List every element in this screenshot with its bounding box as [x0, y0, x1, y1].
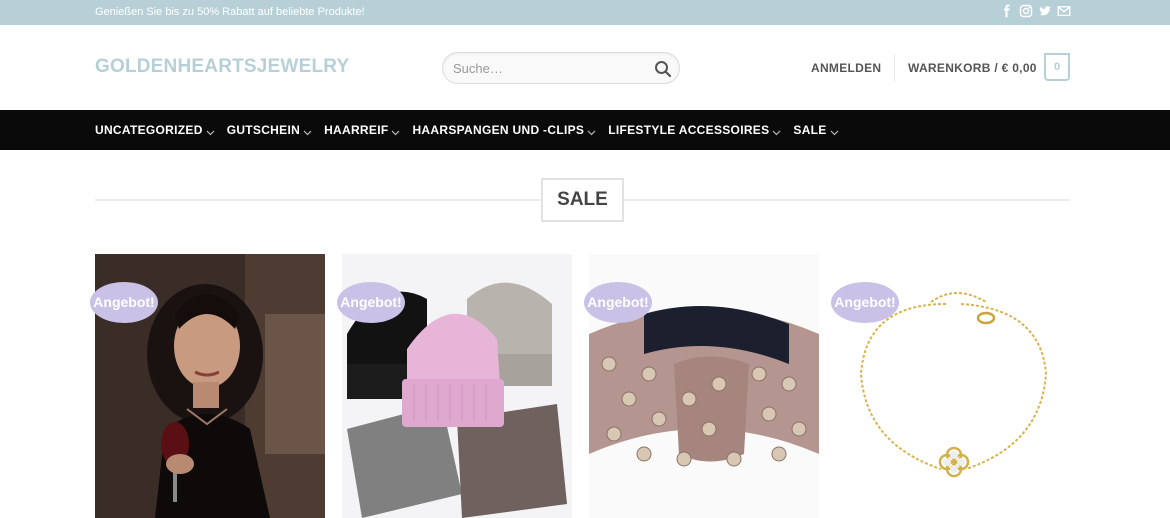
nav-item-label: HAARREIF — [324, 123, 389, 137]
nav-item-gutschein[interactable]: GUTSCHEIN — [227, 123, 312, 137]
nav-item-label: HAARSPANGEN UND -CLIPS — [412, 123, 585, 137]
nav-item-uncategorized[interactable]: UNCATEGORIZED — [95, 123, 215, 137]
facebook-icon[interactable] — [1000, 4, 1014, 18]
chevron-down-icon — [391, 126, 400, 135]
chevron-down-icon — [772, 126, 781, 135]
nav-item-label: SALE — [793, 123, 827, 137]
twitter-icon[interactable] — [1038, 4, 1052, 18]
chevron-down-icon — [830, 126, 839, 135]
email-icon[interactable] — [1057, 4, 1071, 18]
site-header: GOLDENHEARTSJEWELRY ANMELDEN WARENKORB /… — [0, 25, 1170, 110]
instagram-icon[interactable] — [1019, 4, 1033, 18]
sale-badge: Angebot! — [337, 282, 405, 323]
login-link[interactable]: ANMELDEN — [811, 61, 881, 75]
sale-badge: Angebot! — [90, 282, 158, 323]
sale-badge: Angebot! — [584, 282, 652, 323]
nav-item-haarreif[interactable]: HAARREIF — [324, 123, 400, 137]
main-nav: UNCATEGORIZED GUTSCHEIN HAARREIF HAARSPA… — [0, 110, 1170, 150]
search-icon[interactable] — [653, 59, 673, 79]
site-logo[interactable]: GOLDENHEARTSJEWELRY — [95, 56, 349, 78]
search-box — [442, 52, 680, 84]
nav-item-label: UNCATEGORIZED — [95, 123, 203, 137]
top-bar: Genießen Sie bis zu 50% Rabatt auf belie… — [0, 0, 1170, 25]
header-divider — [894, 55, 895, 81]
cart-link[interactable]: WARENKORB / € 0,00 — [908, 61, 1037, 75]
search-input[interactable] — [453, 60, 643, 77]
nav-item-lifestyle[interactable]: LIFESTYLE ACCESSOIRES — [608, 123, 781, 137]
section-title: SALE — [541, 178, 624, 222]
chevron-down-icon — [587, 126, 596, 135]
nav-item-label: GUTSCHEIN — [226, 123, 301, 137]
cart-count-badge[interactable]: 0 — [1044, 53, 1070, 81]
social-links — [1000, 4, 1071, 18]
chevron-down-icon — [206, 126, 215, 135]
chevron-down-icon — [303, 126, 312, 135]
sale-badge: Angebot! — [831, 282, 899, 323]
nav-item-sale[interactable]: SALE — [793, 123, 839, 137]
promo-text: Genießen Sie bis zu 50% Rabatt auf belie… — [95, 6, 365, 18]
nav-item-label: LIFESTYLE ACCESSOIRES — [608, 123, 770, 137]
nav-item-haarspangen[interactable]: HAARSPANGEN UND -CLIPS — [412, 123, 596, 137]
